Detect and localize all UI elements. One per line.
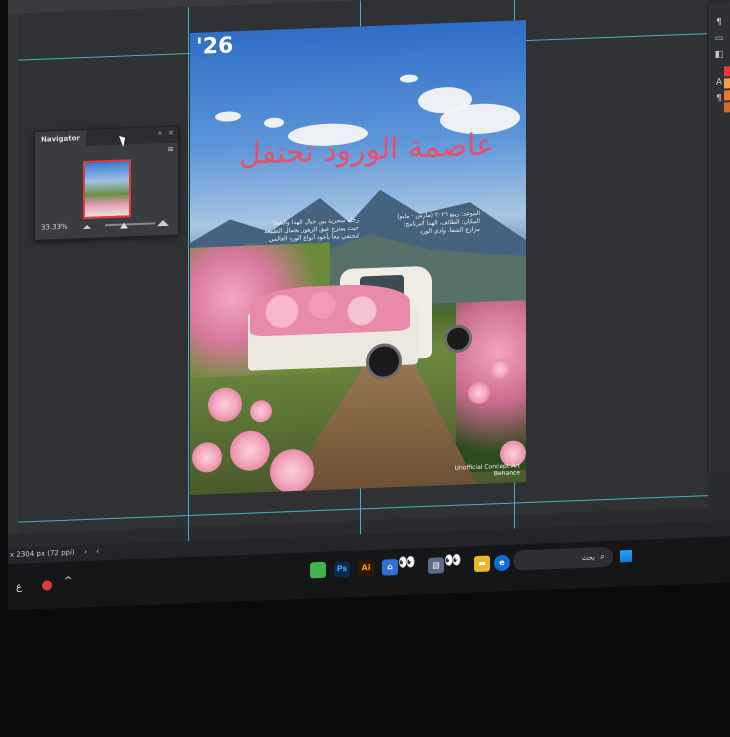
navigator-thumbnail[interactable]: [83, 159, 131, 220]
recording-icon[interactable]: [42, 580, 52, 591]
monitor-screen: 5006007008009001000110012001300140015001…: [8, 0, 730, 611]
search-icon[interactable]: ⌕: [600, 552, 605, 562]
language-indicator[interactable]: ع: [16, 581, 22, 592]
zoom-slider[interactable]: [105, 222, 155, 227]
cloud: [400, 74, 418, 83]
artboard-poster[interactable]: '26 عاصمة الورود تحتفل رحلة سحرية بين جب…: [190, 20, 526, 496]
color-swatch[interactable]: [724, 78, 730, 89]
eyes-sticker: 👀: [444, 552, 462, 570]
guide-vertical[interactable]: [188, 7, 189, 548]
green-app-icon[interactable]: [310, 561, 326, 579]
windows-start-icon[interactable]: [620, 550, 632, 563]
color-swatch[interactable]: [724, 90, 730, 101]
files-icon[interactable]: ▤: [428, 557, 444, 574]
cloud: [215, 111, 241, 123]
folder-icon[interactable]: ▬: [474, 555, 490, 573]
search-box[interactable]: بحث: [513, 546, 613, 571]
poster-credit: Unofficial Concept Art Behance: [454, 462, 520, 479]
document-size: x 2304 px (72 ppi): [10, 548, 75, 559]
chevron-right-icon[interactable]: ›: [84, 547, 87, 556]
poster-event-details: الموعد: ربيع ٢٠٢٦ (مارس - مايو) المكان: …: [397, 209, 480, 236]
poster-year: '26: [196, 33, 234, 60]
zoom-value[interactable]: 33.33%: [41, 223, 68, 232]
poster-title: عاصمة الورود تحتفل: [239, 127, 494, 173]
comment-icon[interactable]: ▭: [713, 32, 725, 44]
eyes-sticker: 👀: [398, 554, 416, 572]
panel-menu-icon[interactable]: ≡: [167, 145, 174, 154]
collapse-icon[interactable]: «: [158, 129, 162, 137]
chevron-left-icon[interactable]: ‹: [96, 546, 99, 555]
zoom-in-icon[interactable]: [157, 219, 169, 227]
paragraph-icon[interactable]: ¶: [713, 16, 725, 28]
color-swatch[interactable]: [724, 66, 730, 77]
close-icon[interactable]: ×: [168, 129, 174, 137]
layers-icon[interactable]: ◧: [713, 48, 725, 60]
navigator-header[interactable]: Navigator « ×: [35, 126, 178, 148]
home-icon[interactable]: ⌂: [382, 559, 398, 576]
right-panel-dock: ¶ ▭ ◧ A ¶: [707, 2, 730, 474]
zoom-out-icon[interactable]: [83, 224, 91, 230]
photoshop-icon[interactable]: Ps: [334, 560, 350, 578]
tray-chevron-icon[interactable]: ^: [64, 576, 72, 587]
edge-icon[interactable]: e: [494, 554, 510, 572]
navigator-panel[interactable]: Navigator « × ≡ 33.33%: [34, 125, 179, 242]
color-swatch[interactable]: [724, 102, 730, 113]
tab-navigator[interactable]: Navigator: [35, 130, 86, 148]
zoom-slider-knob[interactable]: [120, 222, 128, 229]
cloud: [264, 117, 284, 129]
poster-description: رحلة سحرية بين جبال الهدا والشفا حيث يمت…: [264, 216, 359, 243]
illustrator-icon[interactable]: Ai: [358, 559, 374, 577]
